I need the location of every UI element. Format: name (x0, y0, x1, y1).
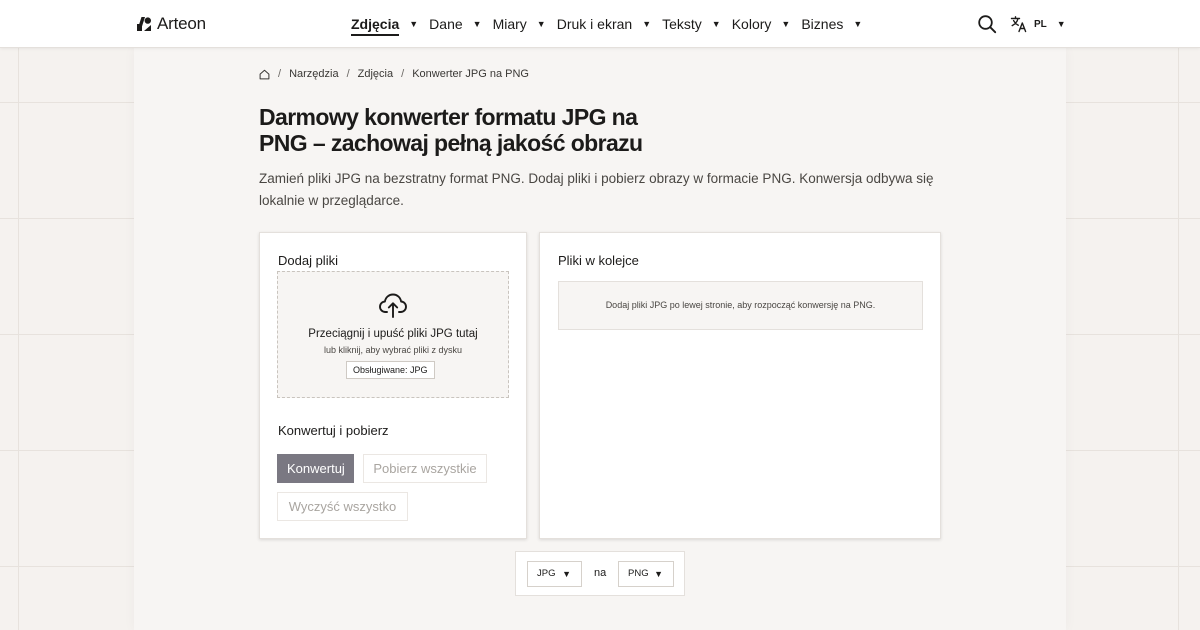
caret-down-icon: ▼ (536, 19, 546, 29)
file-dropzone[interactable]: Przeciągnij i upuść pliki JPG tutaj lub … (277, 271, 509, 398)
breadcrumb-link-narzedzia[interactable]: Narzędzia (289, 68, 339, 80)
nav-item-label: Teksty (662, 16, 702, 32)
brand-name: Arteon (157, 14, 206, 33)
breadcrumb: / Narzędzia / Zdjęcia / Konwerter JPG na… (259, 68, 529, 80)
breadcrumb-current: Konwerter JPG na PNG (412, 68, 529, 80)
target-format-select[interactable]: PNG ▼ (618, 561, 674, 587)
breadcrumb-separator: / (278, 68, 282, 80)
main-content: / Narzędzia / Zdjęcia / Konwerter JPG na… (134, 48, 1066, 630)
nav-item-label: Kolory (731, 16, 772, 32)
caret-down-icon: ▼ (409, 19, 419, 29)
clear-all-button[interactable]: Wyczyść wszystko (277, 492, 408, 521)
caret-down-icon: ▼ (1056, 19, 1066, 29)
breadcrumb-link-zdjecia[interactable]: Zdjęcia (358, 68, 393, 80)
nav-item-dane[interactable]: Dane ▼ (429, 0, 481, 48)
nav-item-teksty[interactable]: Teksty ▼ (662, 0, 721, 48)
convert-section-title: Konwertuj i pobierz (278, 423, 389, 438)
upload-card-title: Dodaj pliki (278, 253, 338, 268)
caret-down-icon: ▼ (472, 19, 482, 29)
home-icon[interactable] (259, 69, 270, 80)
source-format-select[interactable]: JPG ▼ (527, 561, 582, 587)
nav-item-label: Zdjęcia (351, 16, 400, 36)
queue-empty-message: Dodaj pliki JPG po lewej stronie, aby ro… (558, 281, 923, 330)
nav-item-label: Biznes (801, 16, 844, 32)
caret-down-icon: ▼ (562, 569, 571, 579)
breadcrumb-separator: / (401, 68, 405, 80)
supported-formats-badge: Obsługiwane: JPG (346, 361, 435, 379)
format-switcher: JPG ▼ na PNG ▼ (515, 551, 685, 596)
language-switcher[interactable]: PL ▼ (1010, 14, 1066, 34)
language-code: PL (1034, 18, 1047, 30)
logo-mark-icon (137, 17, 151, 31)
nav-item-druk-i-ekran[interactable]: Druk i ekran ▼ (557, 0, 651, 48)
upload-card: Dodaj pliki Przeciągnij i upuść pliki JP… (259, 232, 527, 539)
nav-item-label: Dane (429, 16, 463, 32)
search-icon[interactable] (977, 14, 997, 34)
translate-icon (1010, 16, 1027, 33)
caret-down-icon: ▼ (853, 19, 863, 29)
queue-card-title: Pliki w kolejce (558, 253, 639, 268)
top-navigation-bar: Arteon Zdjęcia ▼ Dane ▼ Miary ▼ Druk i e… (0, 0, 1200, 48)
main-nav: Zdjęcia ▼ Dane ▼ Miary ▼ Druk i ekran ▼ … (351, 0, 873, 48)
breadcrumb-separator: / (346, 68, 350, 80)
nav-item-zdjecia[interactable]: Zdjęcia ▼ (351, 0, 418, 48)
caret-down-icon: ▼ (711, 19, 721, 29)
target-format-value: PNG (628, 568, 649, 579)
nav-item-kolory[interactable]: Kolory ▼ (732, 0, 791, 48)
caret-down-icon: ▼ (654, 569, 663, 579)
nav-item-label: Miary (492, 16, 527, 32)
nav-item-label: Druk i ekran (556, 16, 633, 32)
dropzone-main-text: Przeciągnij i upuść pliki JPG tutaj (308, 328, 478, 340)
page-title: Darmowy konwerter formatu JPG na PNG – z… (259, 104, 643, 156)
brand-logo[interactable]: Arteon (136, 13, 206, 35)
nav-item-biznes[interactable]: Biznes ▼ (801, 0, 862, 48)
queue-card: Pliki w kolejce Dodaj pliki JPG po lewej… (539, 232, 941, 539)
download-all-button[interactable]: Pobierz wszystkie (363, 454, 487, 483)
format-join-label: na (594, 567, 607, 579)
dropzone-sub-text: lub kliknij, aby wybrać pliki z dysku (323, 345, 463, 355)
caret-down-icon: ▼ (781, 19, 791, 29)
convert-button[interactable]: Konwertuj (277, 454, 354, 483)
source-format-value: JPG (537, 568, 556, 579)
nav-item-miary[interactable]: Miary ▼ (493, 0, 546, 48)
caret-down-icon: ▼ (642, 19, 652, 29)
cloud-upload-icon (379, 293, 407, 318)
page-description: Zamień pliki JPG na bezstratny format PN… (259, 171, 934, 208)
